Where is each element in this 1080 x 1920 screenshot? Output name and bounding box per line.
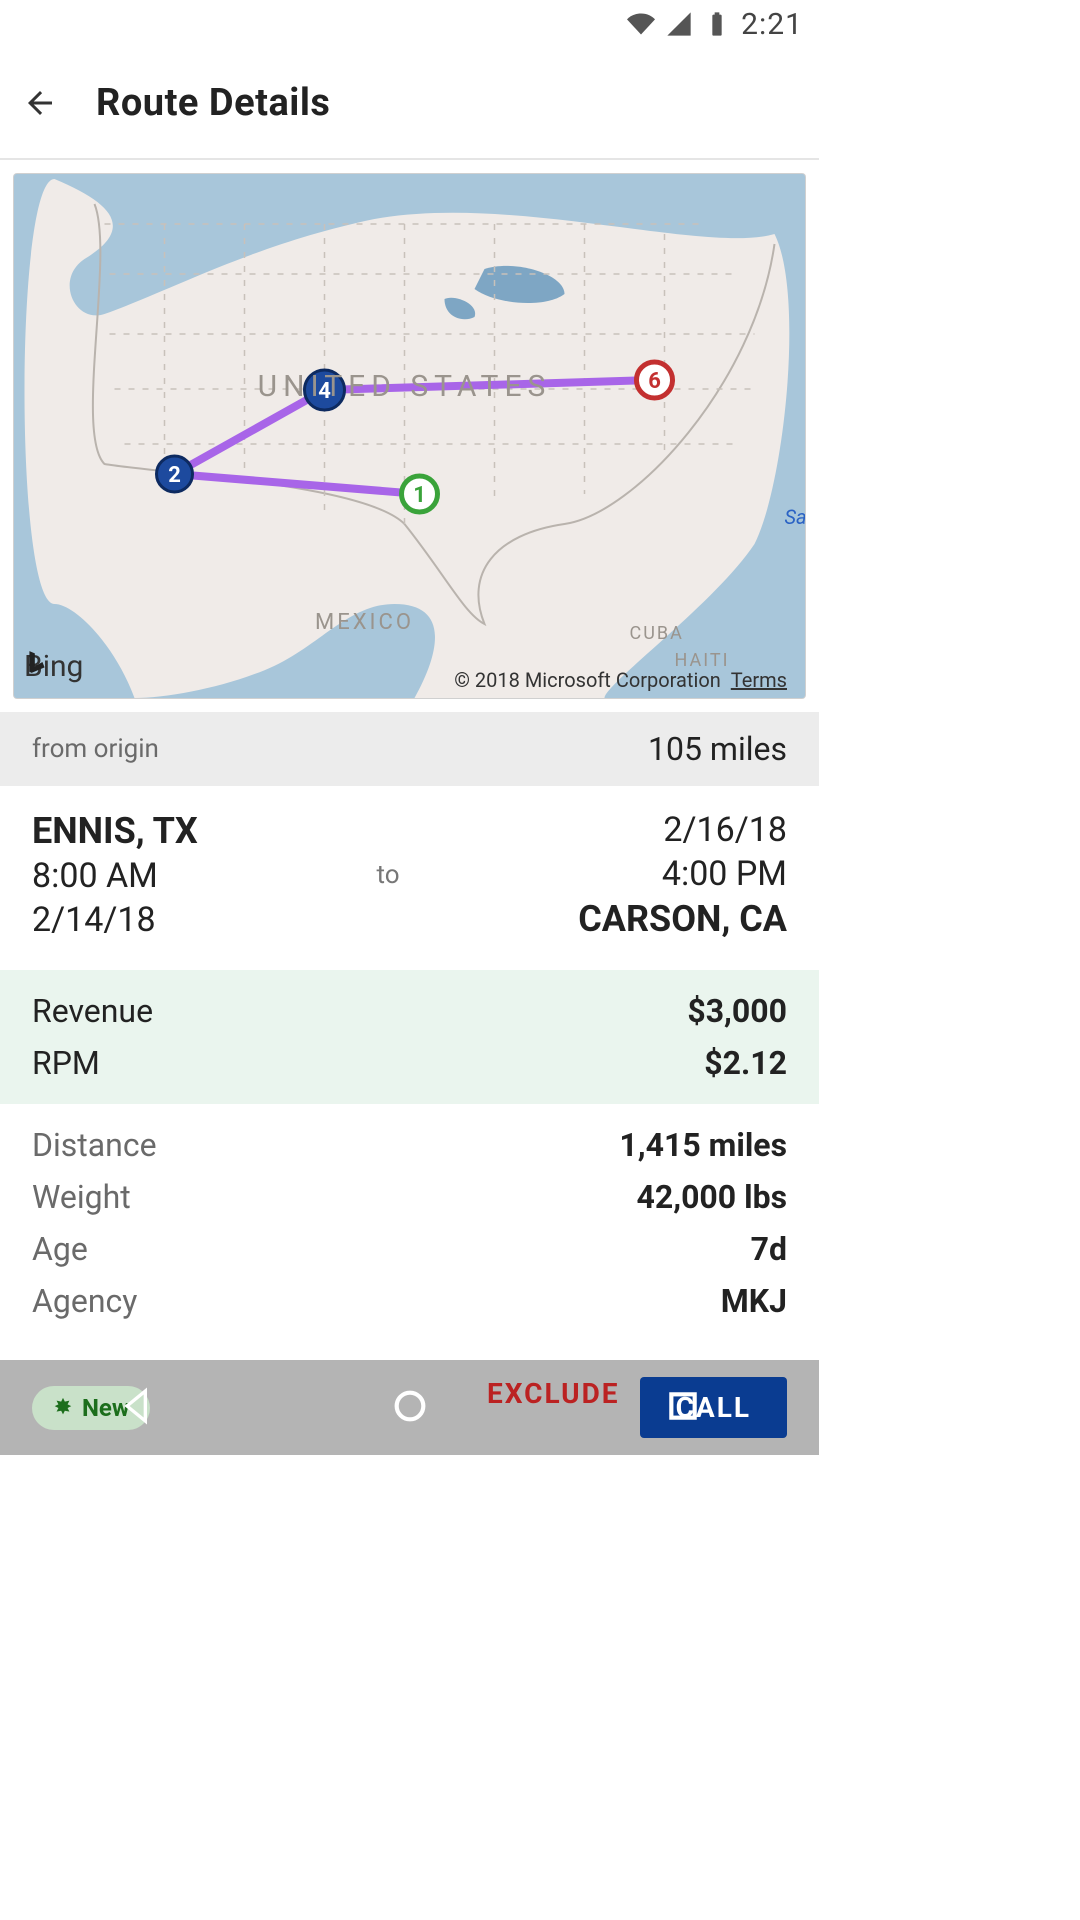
distance-value: 1,415 miles	[619, 1126, 787, 1164]
nav-home-button[interactable]	[390, 1386, 430, 1430]
back-button[interactable]	[16, 79, 64, 127]
nav-back-icon	[117, 1386, 157, 1426]
weight-label: Weight	[32, 1178, 131, 1216]
android-nav-bar	[0, 1360, 819, 1455]
bing-icon	[24, 649, 50, 675]
map-provider: Bing	[24, 649, 83, 684]
age-row: Age 7d	[32, 1230, 787, 1268]
wifi-icon	[627, 10, 655, 38]
from-city: ENNIS, TX	[32, 810, 198, 852]
map-attribution: © 2018 Microsoft Corporation Terms	[454, 668, 787, 692]
distance-row: Distance 1,415 miles	[32, 1126, 787, 1164]
revenue-value: $3,000	[687, 992, 787, 1030]
map-copyright: © 2018 Microsoft Corporation	[454, 668, 721, 692]
battery-icon	[703, 10, 731, 38]
nav-back-button[interactable]	[117, 1386, 157, 1430]
svg-text:1: 1	[413, 483, 426, 508]
from-origin-row: from origin 105 miles	[0, 712, 819, 786]
weight-value: 42,000 lbs	[636, 1178, 787, 1216]
rpm-label: RPM	[32, 1044, 100, 1082]
details-block: Distance 1,415 miles Weight 42,000 lbs A…	[0, 1104, 819, 1320]
from-date: 2/14/18	[32, 900, 198, 940]
from-origin-label: from origin	[32, 734, 159, 764]
weight-row: Weight 42,000 lbs	[32, 1178, 787, 1216]
map-container: 1 2 4 6 UNITED STATES MEXICO CUBA	[0, 160, 819, 712]
svg-text:6: 6	[648, 369, 661, 394]
route-header: ENNIS, TX 8:00 AM 2/14/18 to 2/16/18 4:0…	[0, 786, 819, 970]
rpm-value: $2.12	[704, 1044, 787, 1082]
age-value: 7d	[751, 1230, 787, 1268]
to-label: to	[376, 860, 399, 890]
to-time: 4:00 PM	[578, 854, 787, 894]
revenue-row: Revenue $3,000	[32, 992, 787, 1030]
rpm-row: RPM $2.12	[32, 1044, 787, 1082]
route-to: 2/16/18 4:00 PM CARSON, CA	[578, 810, 787, 940]
map-svg: 1 2 4 6 UNITED STATES MEXICO CUBA	[14, 174, 805, 698]
agency-row: Agency MKJ	[32, 1282, 787, 1320]
agency-label: Agency	[32, 1282, 137, 1320]
screen: 2:21 Route Details	[0, 0, 819, 1455]
to-date: 2/16/18	[578, 810, 787, 850]
financials-block: Revenue $3,000 RPM $2.12	[0, 970, 819, 1104]
waypoint-1: 1	[402, 476, 438, 512]
cell-signal-icon	[665, 10, 693, 38]
age-label: Age	[32, 1230, 88, 1268]
nav-recents-icon	[663, 1386, 703, 1426]
to-city: CARSON, CA	[578, 898, 787, 940]
clock-text: 2:21	[741, 7, 803, 42]
map-mexico-label: MEXICO	[315, 610, 414, 635]
map-country-label: UNITED STATES	[258, 369, 552, 404]
waypoint-2: 2	[157, 456, 193, 492]
app-bar: Route Details	[0, 48, 819, 160]
from-origin-value: 105 miles	[648, 730, 787, 768]
from-time: 8:00 AM	[32, 856, 198, 896]
android-status-bar: 2:21	[0, 0, 819, 48]
nav-home-icon	[390, 1386, 430, 1426]
nav-recents-button[interactable]	[663, 1386, 703, 1430]
agency-value: MKJ	[721, 1282, 787, 1320]
page-title: Route Details	[96, 81, 330, 125]
revenue-label: Revenue	[32, 992, 153, 1030]
svg-text:2: 2	[168, 463, 181, 488]
map-cuba-label: CUBA	[630, 623, 684, 644]
route-from: ENNIS, TX 8:00 AM 2/14/18	[32, 810, 198, 940]
map-terms-link[interactable]: Terms	[731, 668, 787, 692]
route-map[interactable]: 1 2 4 6 UNITED STATES MEXICO CUBA	[14, 174, 805, 698]
map-cutoff-label: Sar	[785, 505, 806, 529]
waypoint-6: 6	[637, 362, 673, 398]
back-arrow-icon	[22, 85, 58, 121]
distance-label: Distance	[32, 1126, 157, 1164]
